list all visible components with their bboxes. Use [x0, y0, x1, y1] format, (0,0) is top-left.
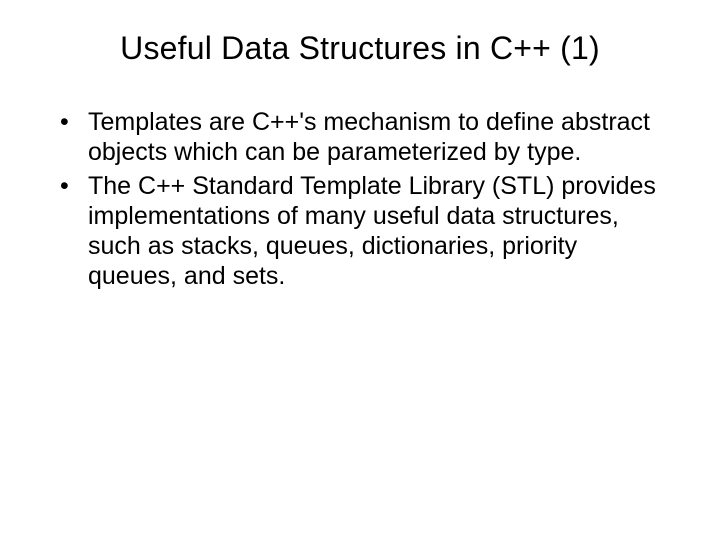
list-item: Templates are C++'s mechanism to define …	[60, 107, 660, 167]
slide: Useful Data Structures in C++ (1) Templa…	[0, 0, 720, 540]
bullet-list: Templates are C++'s mechanism to define …	[40, 107, 680, 291]
list-item: The C++ Standard Template Library (STL) …	[60, 171, 660, 291]
slide-title: Useful Data Structures in C++ (1)	[40, 30, 680, 67]
